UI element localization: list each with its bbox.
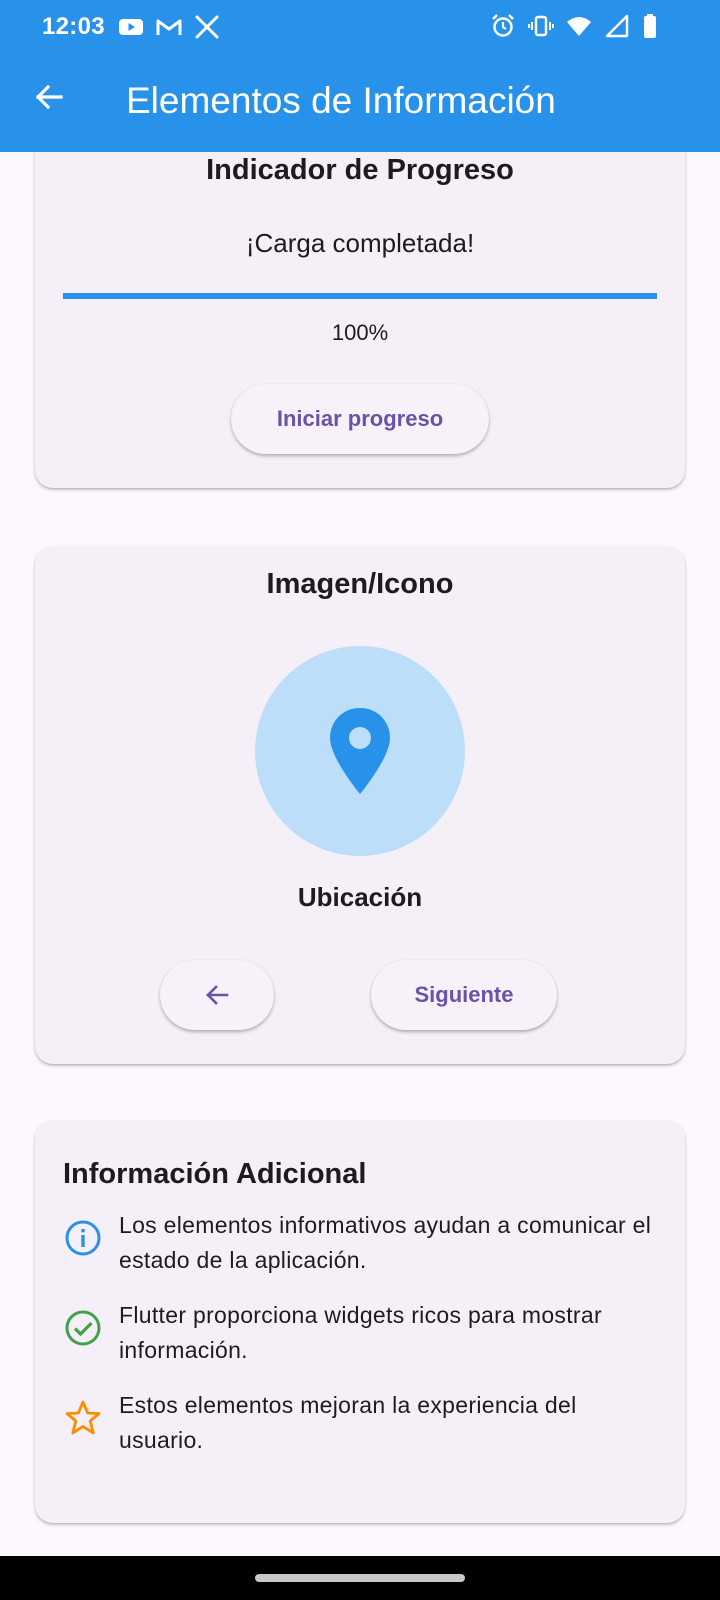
progress-card-title: Indicador de Progreso bbox=[206, 154, 514, 186]
gmail-icon bbox=[156, 14, 182, 40]
alarm-icon bbox=[490, 13, 516, 39]
home-gesture-handle[interactable] bbox=[255, 1574, 465, 1582]
arrow-back-icon bbox=[35, 84, 63, 110]
image-card-title: Imagen/Icono bbox=[266, 568, 454, 600]
info-item-text: Flutter proporciona widgets ricos para m… bbox=[119, 1302, 602, 1363]
star-outline-icon bbox=[65, 1400, 101, 1435]
progress-percent: 100% bbox=[331, 320, 389, 345]
info-item-text: Los elementos informativos ayudan a comu… bbox=[119, 1212, 652, 1273]
location-pin-icon bbox=[330, 708, 390, 794]
image-card: Imagen/Icono Ubicación Siguiente bbox=[35, 546, 685, 1064]
status-time: 12:03 bbox=[42, 13, 105, 40]
check-circle-icon bbox=[65, 1310, 101, 1346]
next-button[interactable]: Siguiente bbox=[371, 960, 557, 1030]
icon-caption: Ubicación bbox=[297, 882, 423, 912]
vibrate-icon bbox=[528, 13, 554, 39]
info-icon bbox=[65, 1220, 101, 1256]
wifi-icon bbox=[566, 13, 592, 39]
icon-avatar bbox=[255, 646, 465, 856]
back-button[interactable] bbox=[26, 74, 72, 120]
app-header: 12:03 Elementos de Información bbox=[0, 0, 720, 152]
progress-card: Indicador de Progreso ¡Carga completada!… bbox=[35, 100, 685, 488]
battery-icon bbox=[642, 13, 668, 39]
info-item-text: Estos elementos mejoran la experiencia d… bbox=[119, 1392, 577, 1453]
previous-button[interactable] bbox=[160, 960, 274, 1030]
signal-icon bbox=[604, 13, 630, 39]
youtube-icon bbox=[118, 14, 144, 40]
arrow-back-icon bbox=[206, 985, 229, 1005]
system-nav-bar bbox=[0, 1556, 720, 1600]
info-card: Información Adicional Los elementos info… bbox=[35, 1120, 685, 1523]
app-bar: Elementos de Información bbox=[0, 54, 720, 152]
info-list-item: Los elementos informativos ayudan a comu… bbox=[63, 1208, 663, 1278]
progress-message: ¡Carga completada! bbox=[245, 228, 475, 258]
info-card-title: Información Adicional bbox=[63, 1158, 367, 1190]
progress-bar-fill bbox=[63, 293, 657, 299]
info-list-item: Estos elementos mejoran la experiencia d… bbox=[63, 1388, 663, 1458]
info-list-item: Flutter proporciona widgets ricos para m… bbox=[63, 1298, 663, 1368]
x-icon bbox=[194, 14, 220, 40]
progress-bar bbox=[63, 293, 657, 299]
status-bar: 12:03 bbox=[0, 0, 720, 54]
start-progress-button[interactable]: Iniciar progreso bbox=[231, 384, 489, 454]
page-title: Elementos de Información bbox=[126, 80, 556, 121]
